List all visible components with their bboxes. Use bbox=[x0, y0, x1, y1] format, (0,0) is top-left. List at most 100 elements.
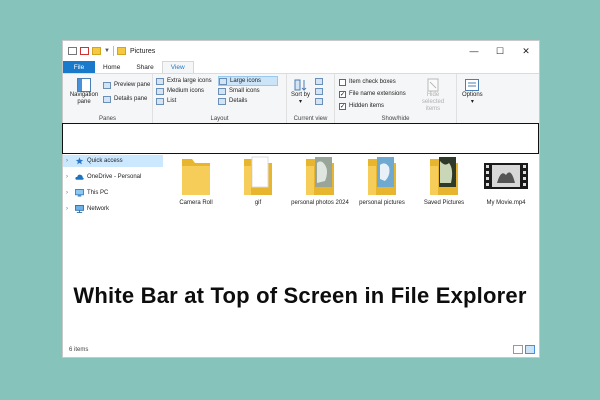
current-view-group-label: Current view bbox=[293, 116, 328, 122]
item-check-boxes-toggle[interactable]: Item check boxes bbox=[339, 77, 406, 87]
large-icons-icon bbox=[219, 77, 227, 85]
ribbon-tabs: File Home Share View bbox=[63, 61, 194, 73]
details-pane-label: Details pane bbox=[114, 96, 148, 102]
nav-quick-access[interactable]: › Quick access bbox=[63, 155, 163, 167]
tab-file[interactable]: File bbox=[63, 61, 95, 73]
chevron-right-icon[interactable]: › bbox=[66, 158, 72, 164]
minimize-button[interactable]: — bbox=[461, 41, 487, 61]
quick-access-toolbar: ▼ bbox=[63, 46, 126, 56]
list-icon bbox=[156, 97, 164, 105]
sort-by-label: Sort by bbox=[291, 92, 311, 98]
folder-icon bbox=[116, 47, 126, 55]
file-name: gif bbox=[254, 200, 262, 206]
layout-details[interactable]: Details bbox=[218, 96, 278, 106]
file-item-camera-roll[interactable]: Camera Roll bbox=[165, 153, 227, 243]
sort-by-dropdown-icon: ▾ bbox=[299, 99, 303, 105]
sort-icon bbox=[294, 79, 306, 91]
details-icon bbox=[218, 97, 226, 105]
panes-group: Navigation pane Preview pane Details pan… bbox=[63, 74, 153, 124]
folder-icon bbox=[182, 159, 210, 195]
network-icon bbox=[75, 205, 84, 213]
tab-view[interactable]: View bbox=[161, 61, 194, 73]
nav-network[interactable]: › Network bbox=[63, 203, 163, 215]
tab-home[interactable]: Home bbox=[95, 61, 128, 73]
item-count: 6 items bbox=[69, 347, 89, 353]
small-icons-icon bbox=[218, 87, 226, 95]
toolbar-divider bbox=[112, 46, 114, 56]
star-icon bbox=[75, 157, 84, 165]
cloud-icon bbox=[75, 174, 84, 180]
maximize-button[interactable]: ☐ bbox=[487, 41, 513, 61]
current-view-group: Sort by ▾ Current view bbox=[287, 74, 335, 124]
extra-large-icons-icon bbox=[156, 77, 164, 85]
caption-title: White Bar at Top of Screen in File Explo… bbox=[73, 283, 527, 308]
options-button[interactable]: Options ▾ bbox=[462, 78, 483, 106]
preview-pane-button[interactable]: Preview pane bbox=[103, 80, 150, 90]
file-name: My Movie.mp4 bbox=[486, 200, 526, 206]
folder-photo-icon bbox=[306, 157, 334, 195]
details-pane-button[interactable]: Details pane bbox=[103, 94, 150, 104]
layout-small-icons[interactable]: Small icons bbox=[218, 86, 278, 96]
hide-selected-items-label: Hide selected items bbox=[421, 92, 445, 112]
show-hide-group-label: Show/hide bbox=[381, 116, 410, 122]
close-button[interactable]: ✕ bbox=[513, 41, 539, 61]
chevron-right-icon[interactable]: › bbox=[66, 174, 72, 180]
folder-document-icon bbox=[244, 156, 272, 195]
size-columns-icon[interactable] bbox=[315, 98, 323, 105]
medium-icons-icon bbox=[156, 87, 164, 95]
nav-label: OneDrive - Personal bbox=[87, 174, 142, 180]
layout-group-label: Layout bbox=[210, 116, 229, 122]
tab-share[interactable]: Share bbox=[128, 61, 161, 73]
hide-selected-items-button[interactable]: Hide selected items bbox=[415, 78, 451, 113]
chevron-right-icon[interactable]: › bbox=[66, 206, 72, 212]
navigation-pane-icon bbox=[77, 78, 91, 92]
hidden-items-checkbox[interactable]: ✓ bbox=[339, 102, 346, 110]
properties-icon[interactable] bbox=[68, 47, 77, 55]
navigation-pane-button[interactable]: Navigation pane bbox=[67, 78, 101, 106]
file-name-extensions-toggle[interactable]: ✓ File name extensions bbox=[339, 89, 406, 99]
nav-label: This PC bbox=[87, 190, 109, 196]
hidden-items-toggle[interactable]: ✓ Hidden items bbox=[339, 101, 406, 111]
nav-onedrive[interactable]: › OneDrive - Personal bbox=[63, 171, 163, 183]
new-folder-icon[interactable] bbox=[92, 47, 101, 55]
file-item-personal-pictures[interactable]: personal pictures bbox=[351, 153, 413, 243]
hide-items-icon bbox=[427, 78, 439, 92]
file-item-personal-photos-2024[interactable]: personal photos 2024 bbox=[289, 153, 351, 243]
group-by-icon[interactable] bbox=[315, 78, 323, 85]
file-item-saved-pictures[interactable]: Saved Pictures bbox=[413, 153, 475, 243]
add-columns-icon[interactable] bbox=[315, 88, 323, 95]
item-check-boxes-checkbox[interactable] bbox=[339, 78, 346, 86]
folder-photo-icon bbox=[430, 157, 458, 195]
preview-pane-label: Preview pane bbox=[114, 82, 151, 88]
layout-large-icons[interactable]: Large icons bbox=[218, 76, 278, 86]
nav-label: Network bbox=[87, 206, 110, 212]
video-thumbnail-icon bbox=[484, 163, 528, 189]
white-bar bbox=[62, 123, 539, 154]
details-view-button[interactable] bbox=[513, 345, 523, 354]
options-icon bbox=[465, 79, 480, 91]
large-icons-view-button[interactable] bbox=[525, 345, 535, 354]
file-explorer-window: ▼ Pictures — ☐ ✕ File Home Share View Na… bbox=[62, 40, 540, 358]
window-title: Pictures bbox=[129, 47, 156, 55]
file-item-gif[interactable]: gif bbox=[227, 153, 289, 243]
navigation-pane-label: Navigation pane bbox=[69, 92, 99, 105]
computer-icon bbox=[75, 189, 84, 197]
file-name-extensions-checkbox[interactable]: ✓ bbox=[339, 90, 346, 98]
file-name: personal photos 2024 bbox=[291, 200, 349, 206]
layout-medium-icons[interactable]: Medium icons bbox=[156, 86, 216, 96]
sort-by-button[interactable]: Sort by ▾ bbox=[291, 78, 310, 106]
nav-this-pc[interactable]: › This PC bbox=[63, 187, 163, 199]
customize-toolbar-icon[interactable]: ▼ bbox=[104, 48, 110, 54]
nav-label: Quick access bbox=[87, 158, 123, 164]
panes-group-label: Panes bbox=[98, 116, 116, 122]
folder-photo-icon bbox=[368, 157, 396, 195]
chevron-right-icon[interactable]: › bbox=[66, 190, 72, 196]
file-name: personal pictures bbox=[359, 200, 405, 206]
layout-extra-large-icons[interactable]: Extra large icons bbox=[156, 76, 216, 86]
layout-list[interactable]: List bbox=[156, 96, 216, 106]
file-item-my-movie[interactable]: My Movie.mp4 bbox=[475, 153, 537, 243]
file-name: Camera Roll bbox=[179, 200, 213, 206]
check-icon[interactable] bbox=[80, 47, 89, 55]
preview-pane-icon bbox=[103, 81, 111, 89]
options-label: Options bbox=[462, 92, 483, 98]
